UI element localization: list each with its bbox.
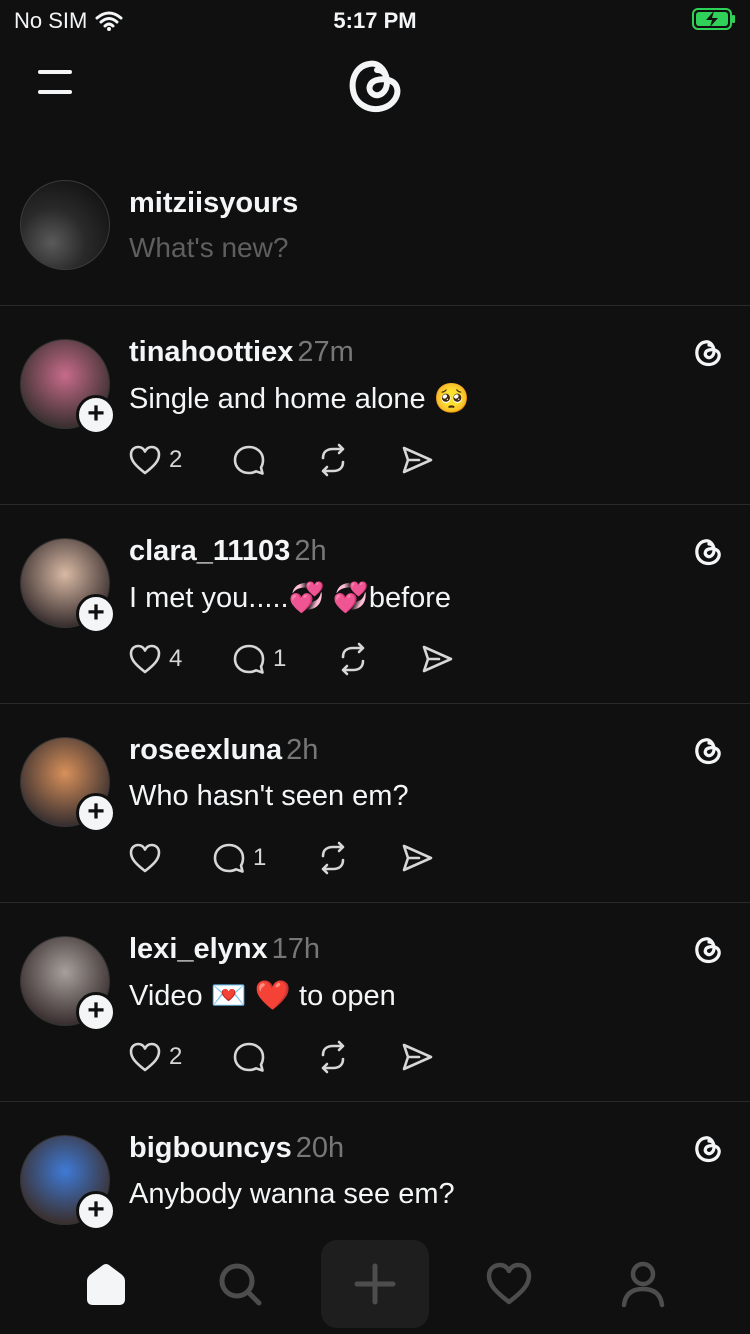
- home-icon: [87, 1264, 125, 1305]
- search-icon: [219, 1263, 262, 1306]
- tab-home[interactable]: [52, 1240, 160, 1328]
- tab-create[interactable]: [321, 1240, 429, 1328]
- repost-button[interactable]: [335, 641, 371, 677]
- threads-icon[interactable]: [692, 535, 724, 567]
- post-text: Single and home alone 🥺: [129, 383, 470, 415]
- post-username[interactable]: bigbouncys: [129, 1132, 292, 1164]
- follow-plus-icon[interactable]: +: [76, 594, 116, 634]
- post-username[interactable]: tinahoottiex: [129, 336, 293, 368]
- reply-button[interactable]: [231, 1039, 267, 1075]
- like-button[interactable]: 2: [127, 442, 182, 478]
- post-username[interactable]: roseexluna: [129, 734, 282, 766]
- post-header: roseexluna 2h: [129, 734, 318, 767]
- composer-username: mitziisyours: [129, 187, 299, 219]
- menu-line: [38, 90, 72, 94]
- follow-plus-icon[interactable]: +: [76, 1191, 116, 1231]
- follow-plus-icon[interactable]: +: [76, 992, 116, 1032]
- post-time: 17h: [271, 933, 321, 965]
- repost-icon: [321, 443, 345, 477]
- status-bar: No SIM 5:17 PM: [0, 0, 750, 44]
- share-icon: [402, 1043, 433, 1071]
- repost-button[interactable]: [315, 1039, 351, 1075]
- person-icon: [621, 1261, 665, 1308]
- tab-activity[interactable]: [455, 1240, 563, 1328]
- like-button[interactable]: 4: [127, 641, 182, 677]
- post-text: I met you.....💞 💞before: [129, 582, 452, 614]
- reply-icon: [233, 445, 265, 475]
- post-time: 27m: [297, 336, 354, 368]
- feed-post[interactable]: + roseexluna 2h Who hasn't seen em? 1: [0, 704, 750, 903]
- like-icon: [129, 843, 161, 873]
- like-icon: [129, 644, 161, 674]
- feed-post[interactable]: + lexi_elynx 17h Video 💌 ❤️ to open 2: [0, 903, 750, 1102]
- heart-icon: [486, 1262, 532, 1305]
- post-time: 2h: [294, 535, 327, 567]
- threads-icon[interactable]: [692, 734, 724, 766]
- share-icon: [402, 844, 433, 872]
- feed-post[interactable]: + clara_11103 2h I met you.....💞 💞before 4 1: [0, 505, 750, 704]
- feed-post[interactable]: + tinahoottiex 27m Single and home alone 🥺 2: [0, 306, 750, 505]
- share-button[interactable]: [399, 840, 435, 876]
- reply-button[interactable]: [231, 442, 267, 478]
- like-count: 4: [169, 645, 183, 672]
- like-count: 2: [169, 446, 183, 473]
- reply-icon: [213, 843, 245, 873]
- share-icon: [402, 446, 433, 474]
- reply-icon: [233, 644, 265, 674]
- follow-plus-icon[interactable]: +: [76, 395, 116, 435]
- repost-icon: [341, 642, 365, 676]
- post-username[interactable]: clara_11103: [129, 535, 290, 567]
- clock: 5:17 PM: [333, 8, 417, 33]
- avatar[interactable]: [20, 180, 110, 270]
- share-button[interactable]: [419, 641, 455, 677]
- repost-icon: [321, 1040, 345, 1074]
- tab-profile[interactable]: [589, 1240, 697, 1328]
- threads-icon[interactable]: [692, 336, 724, 368]
- share-button[interactable]: [399, 1039, 435, 1075]
- tab-search[interactable]: [186, 1240, 294, 1328]
- reply-count: 1: [273, 645, 287, 672]
- menu-line: [38, 70, 72, 74]
- plus-icon: [354, 1263, 396, 1305]
- repost-icon: [321, 841, 345, 875]
- post-text: Who hasn't seen em?: [129, 780, 409, 812]
- reply-button[interactable]: 1: [231, 641, 286, 677]
- repost-button[interactable]: [315, 442, 351, 478]
- composer[interactable]: mitziisyours What's new?: [0, 160, 750, 306]
- post-header: bigbouncys 20h: [129, 1132, 344, 1165]
- reply-icon: [233, 1042, 265, 1072]
- battery-charging-icon: [692, 8, 735, 30]
- like-button[interactable]: 2: [127, 1039, 182, 1075]
- threads-icon[interactable]: [692, 1132, 724, 1164]
- threads-logo-icon: [349, 60, 401, 112]
- composer-prompt[interactable]: What's new?: [129, 232, 288, 264]
- post-header: lexi_elynx 17h: [129, 933, 320, 966]
- follow-plus-icon[interactable]: +: [76, 793, 116, 833]
- post-text: Anybody wanna see em?: [129, 1178, 455, 1210]
- like-icon: [129, 1042, 161, 1072]
- repost-button[interactable]: [315, 840, 351, 876]
- post-header: tinahoottiex 27m: [129, 336, 354, 369]
- like-button[interactable]: [127, 840, 163, 876]
- post-time: 20h: [295, 1132, 345, 1164]
- reply-count: 1: [253, 844, 267, 871]
- like-icon: [129, 445, 161, 475]
- post-header: clara_11103 2h: [129, 535, 327, 568]
- like-count: 2: [169, 1043, 183, 1070]
- share-icon: [422, 645, 453, 673]
- post-username[interactable]: lexi_elynx: [129, 933, 268, 965]
- menu-button[interactable]: [34, 66, 78, 100]
- post-text: Video 💌 ❤️ to open: [129, 980, 396, 1012]
- post-time: 2h: [286, 734, 319, 766]
- tab-bar: [0, 1240, 750, 1334]
- threads-icon[interactable]: [692, 933, 724, 965]
- reply-button[interactable]: 1: [211, 840, 266, 876]
- share-button[interactable]: [399, 442, 435, 478]
